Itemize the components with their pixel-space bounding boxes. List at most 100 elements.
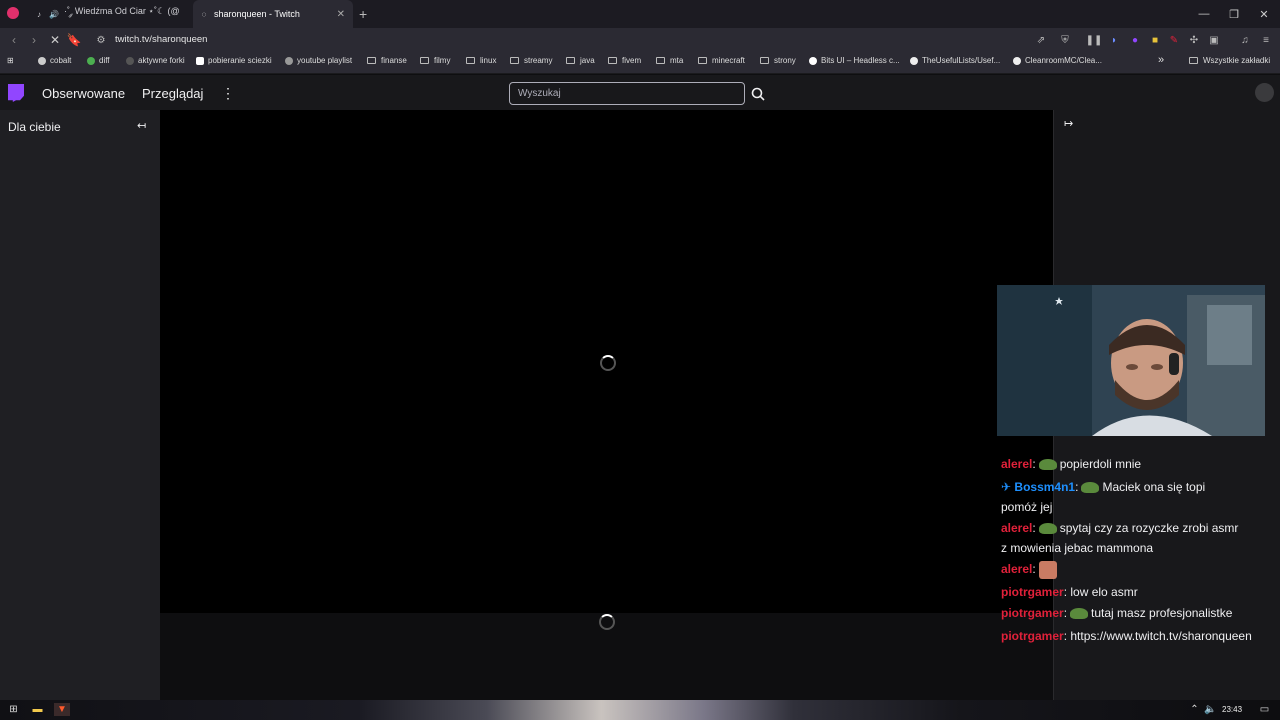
nav-browse[interactable]: Przeglądaj — [142, 86, 203, 101]
chat-message: alerel: — [1001, 559, 1261, 579]
bookmark-finanse[interactable]: finanse — [367, 56, 407, 65]
windows-start-icon[interactable]: ⊞ — [7, 703, 20, 716]
more-bookmarks-button[interactable]: » — [1158, 54, 1164, 66]
download-icon — [196, 56, 204, 65]
loading-spinner-icon — [599, 614, 615, 630]
bookmark-youtube-playlist[interactable]: youtube playlist — [285, 56, 352, 65]
bookmark-bits-ui[interactable]: Bits UI – Headless c... — [809, 56, 900, 65]
bookmark-fivem[interactable]: fivem — [608, 56, 641, 65]
bookmark-mta[interactable]: mta — [656, 56, 683, 65]
bits-icon — [809, 56, 817, 65]
bookmark-streamy[interactable]: streamy — [510, 56, 552, 65]
os-taskbar — [0, 700, 1280, 720]
chat-username[interactable]: Bossm4n1 — [1014, 480, 1075, 494]
chat-username[interactable]: alerel — [1001, 521, 1032, 535]
nav-following[interactable]: Obserwowane — [42, 86, 125, 101]
puzzle-icon[interactable]: ✣ — [1187, 33, 1201, 47]
tab-label: ·˚ ༘ Wiedźma Od Ciar ⋆˚☾ (@ — [64, 5, 180, 16]
tab-sharonqueen[interactable]: ◌ sharonqueen - Twitch ✕ — [193, 0, 353, 28]
brave-taskbar-icon[interactable]: ▼ — [54, 703, 70, 716]
search-input[interactable]: Wyszukaj — [509, 82, 745, 105]
file-explorer-icon[interactable]: ▬ — [31, 703, 44, 716]
chat-text: Maciek ona się topi — [1102, 480, 1206, 494]
folder-icon — [760, 57, 769, 64]
pepe-emote-icon — [1038, 523, 1057, 535]
search-icon — [751, 87, 765, 101]
bookmark-java[interactable]: java — [566, 56, 595, 65]
minimize-icon[interactable]: — — [1188, 0, 1220, 28]
twitch-extension-icon[interactable]: ● — [1128, 33, 1142, 47]
bookmark-aktywne-forki[interactable]: aktywne forki — [126, 56, 185, 65]
bookmark-diff[interactable]: diff — [87, 56, 110, 65]
close-tab-icon[interactable]: ✕ — [337, 9, 345, 20]
bookmark-linux[interactable]: linux — [466, 56, 496, 65]
bookmark-icon[interactable]: 🔖 — [64, 28, 84, 52]
bookmark-theusefullists[interactable]: TheUsefulLists/Usef... — [910, 56, 1000, 65]
stop-loading-icon[interactable]: ✕ — [45, 28, 65, 52]
pause-icon[interactable]: ❚❚ — [1086, 33, 1103, 47]
folder-icon — [510, 57, 519, 64]
chat-username[interactable]: alerel — [1001, 562, 1032, 576]
volume-icon[interactable]: 🔈 — [1204, 703, 1217, 716]
face-emote-icon — [1038, 560, 1057, 579]
chat-username[interactable]: piotrgamer — [1001, 585, 1064, 599]
bookmark-cobalt[interactable]: cobalt — [38, 56, 71, 65]
url-field[interactable]: twitch.tv/sharonqueen — [115, 34, 207, 45]
bookmark-strony[interactable]: strony — [760, 56, 796, 65]
bookmark-cleanroommc[interactable]: CleanroomMC/Clea... — [1013, 56, 1102, 65]
loading-spinner-icon — [600, 355, 616, 371]
forward-icon[interactable]: › — [24, 28, 44, 52]
bookmark-filmy[interactable]: filmy — [420, 56, 450, 65]
chat-link[interactable]: https://www.twitch.tv/sharonqueen — [1070, 629, 1251, 643]
diff-icon — [87, 56, 95, 65]
tray-chevron-icon[interactable]: ⌃ — [1188, 703, 1201, 716]
pepe-emote-icon — [1081, 482, 1100, 494]
avatar[interactable] — [1255, 83, 1274, 102]
browser-menu-icon[interactable] — [7, 7, 19, 19]
bookmark-minecraft[interactable]: minecraft — [698, 56, 745, 65]
maximize-icon[interactable]: ❐ — [1218, 0, 1250, 28]
expand-chat-icon[interactable]: ↦ — [1064, 117, 1073, 130]
loading-icon: ◌ — [201, 9, 207, 19]
pepe-emote-icon — [1070, 608, 1089, 620]
all-bookmarks-button[interactable]: Wszystkie zakładki — [1189, 56, 1270, 65]
tab-wiedzma[interactable]: ♪ 🔊 ·˚ ༘ Wiedźma Od Ciar ⋆˚☾ (@ — [28, 0, 188, 28]
chat-username[interactable]: piotrgamer — [1001, 606, 1064, 620]
chat-text: spytaj czy za rozyczke zrobi asmr — [1059, 521, 1239, 535]
folder-icon — [698, 57, 707, 64]
new-tab-button[interactable]: + — [359, 6, 367, 22]
shield-icon[interactable]: ⛨ — [1058, 33, 1072, 47]
speaker-icon[interactable]: 🔊 — [49, 9, 59, 19]
sidebar-icon[interactable]: ▣ — [1207, 33, 1221, 47]
notifications-icon[interactable]: ▭ — [1258, 703, 1271, 716]
tiktok-icon: ♪ — [37, 9, 41, 19]
github-icon — [910, 56, 918, 65]
pepe-emote-icon — [1038, 459, 1057, 471]
folder-icon — [608, 57, 617, 64]
back-icon[interactable]: ‹ — [4, 28, 24, 52]
extension-icon[interactable]: ✎ — [1167, 33, 1181, 47]
moderator-badge-icon: ✈ — [1001, 480, 1012, 494]
music-icon[interactable]: ♫ — [1238, 33, 1252, 47]
extension-icon[interactable]: ■ — [1148, 33, 1162, 47]
chat-username[interactable]: piotrgamer — [1001, 629, 1064, 643]
menu-icon[interactable]: ≡ — [1259, 33, 1273, 47]
tab-label: sharonqueen - Twitch — [214, 9, 300, 19]
close-window-icon[interactable]: ✕ — [1248, 0, 1280, 28]
folder-icon — [367, 57, 376, 64]
site-info-icon[interactable]: ⚙ — [94, 33, 108, 47]
chat-username[interactable]: alerel — [1001, 457, 1032, 471]
chat-text: tutaj masz profesjonalistke — [1091, 606, 1233, 620]
extension-icon[interactable]: ◗ — [1107, 33, 1121, 47]
apps-icon[interactable]: ⊞ — [7, 56, 14, 65]
more-menu-icon[interactable]: ⋮ — [221, 85, 235, 102]
collapse-sidebar-icon[interactable]: ↤ — [137, 119, 146, 132]
search-button[interactable] — [746, 82, 770, 105]
webcam-overlay — [997, 285, 1265, 436]
clock[interactable]: 23:43 — [1222, 705, 1242, 714]
left-sidebar — [0, 110, 160, 700]
chat-text-continued: pomóż jej — [1001, 500, 1053, 514]
bookmark-pobieranie-sciezki[interactable]: pobieranie sciezki — [196, 56, 272, 65]
folder-icon — [466, 57, 475, 64]
share-icon[interactable]: ⇗ — [1034, 33, 1048, 47]
